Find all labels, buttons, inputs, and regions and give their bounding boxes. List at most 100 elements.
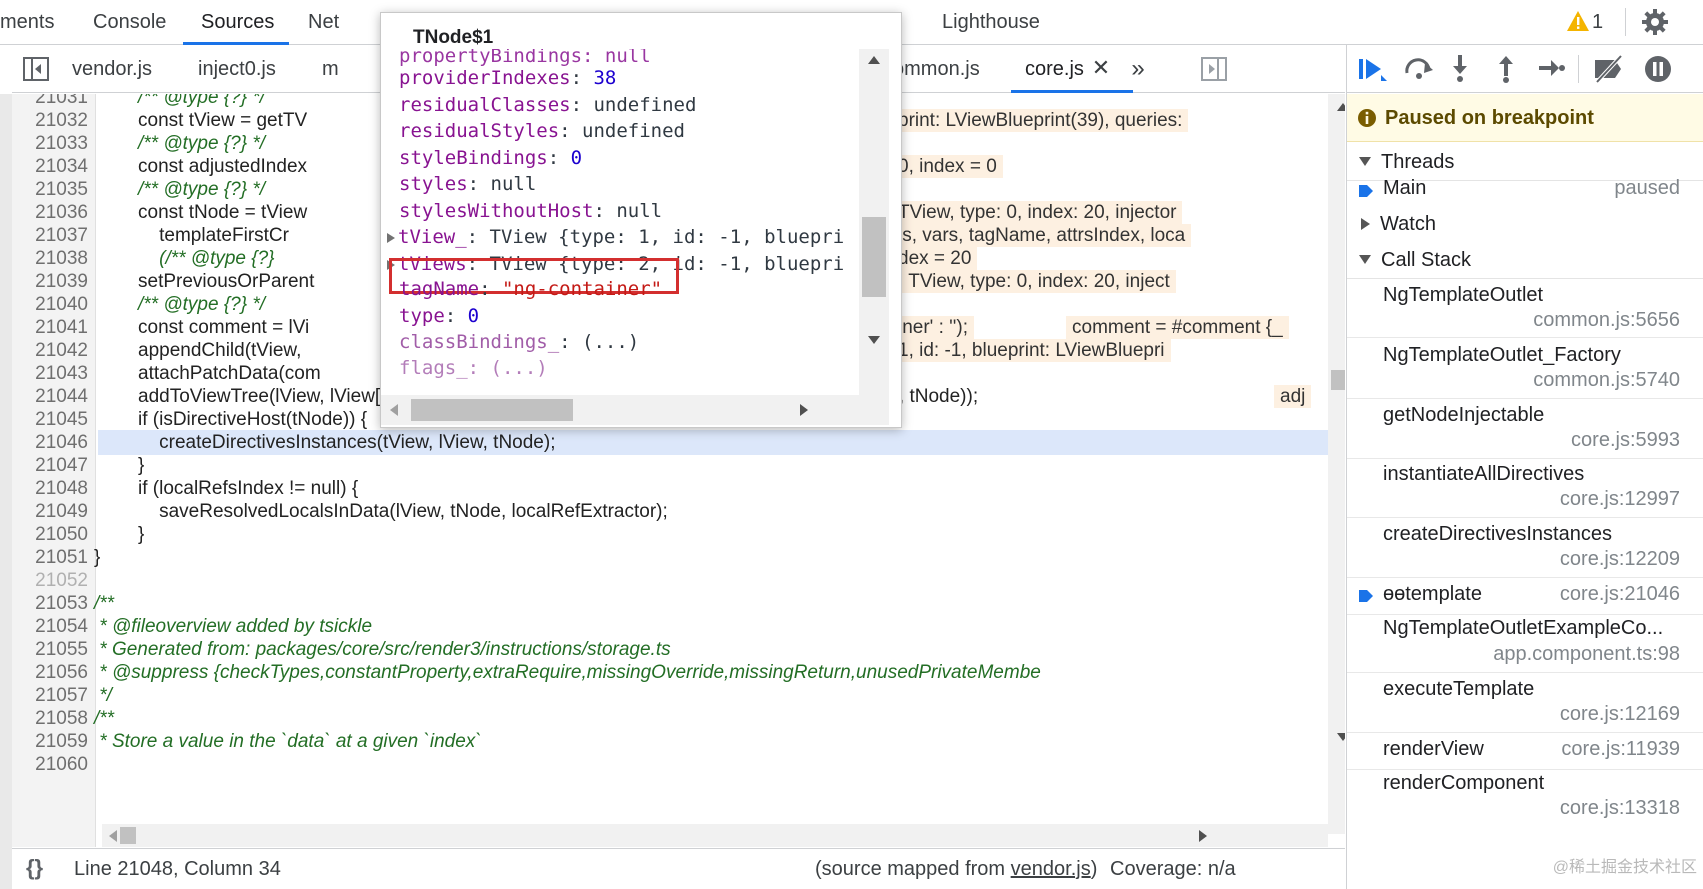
code-line[interactable]: 21058 /** (12, 706, 1324, 731)
coverage-info[interactable]: Coverage: n/a (1110, 849, 1236, 889)
tab-elements[interactable]: ments (0, 0, 54, 45)
line-number[interactable]: 21037 (12, 223, 88, 248)
deactivate-breakpoints-button[interactable] (1591, 54, 1627, 84)
line-number[interactable]: 21059 (12, 729, 88, 754)
editor-horizontal-scrollbar[interactable] (102, 824, 1328, 847)
expand-triangle-icon[interactable] (387, 232, 395, 243)
file-tab-core-js[interactable]: core.js (1011, 45, 1133, 93)
line-number[interactable]: 21049 (12, 499, 88, 524)
line-number[interactable]: 21043 (12, 361, 88, 386)
code-line[interactable]: 21048 if (localRefsIndex != null) { (12, 476, 1324, 501)
resume-button[interactable] (1357, 55, 1389, 83)
editor-vertical-scrollbar[interactable] (1328, 94, 1345, 834)
scroll-right-arrow-icon[interactable] (1198, 829, 1208, 843)
code-line[interactable]: 21051} (12, 545, 1324, 570)
line-number[interactable]: 21045 (12, 407, 88, 432)
settings-gear-icon[interactable] (1640, 7, 1670, 37)
scroll-thumb[interactable] (411, 399, 573, 421)
property-row[interactable]: styleBindings: 0 (399, 145, 859, 172)
file-tab-inject0-js[interactable]: inject0.js (198, 45, 276, 93)
code-line[interactable]: 21059 * Store a value in the `data` at a… (12, 729, 1324, 754)
scroll-left-arrow-icon[interactable] (389, 403, 399, 417)
code-line[interactable]: 21052 (12, 568, 1324, 593)
line-number[interactable]: 21060 (12, 752, 88, 777)
code-line[interactable]: 21054 * @fileoverview added by tsickle (12, 614, 1324, 639)
file-tab-vendor-js[interactable]: vendor.js (72, 45, 152, 93)
property-row[interactable]: styles: null (399, 171, 859, 198)
warning-count[interactable]: 1 (1592, 0, 1603, 45)
line-number[interactable]: 21052 (12, 568, 88, 593)
more-tabs-chevron-icon[interactable]: » (1125, 55, 1151, 83)
call-frame[interactable]: NgTemplateOutlet common.js:5656 (1347, 280, 1703, 338)
source-map-link[interactable]: vendor.js (1011, 858, 1091, 880)
property-row[interactable]: type: 0 (399, 303, 859, 330)
code-line[interactable]: 21049 saveResolvedLocalsInData(lView, tN… (12, 499, 1324, 524)
line-number[interactable]: 21040 (12, 292, 88, 317)
scroll-down-arrow-icon[interactable] (1336, 732, 1345, 742)
property-row-getter[interactable]: classBindings_: (...) (399, 329, 859, 356)
property-value[interactable]: (...) (582, 331, 639, 353)
line-number[interactable]: 21054 (12, 614, 88, 639)
call-frame[interactable]: getNodeInjectable core.js:5993 (1347, 399, 1703, 459)
call-frame[interactable]: instantiateAllDirectives core.js:12997 (1347, 459, 1703, 518)
line-number[interactable]: 21034 (12, 154, 88, 179)
popover-vertical-scrollbar[interactable] (859, 49, 889, 395)
code-line-current[interactable]: 21046 createDirectivesInstances(tView, l… (12, 430, 1324, 455)
code-line[interactable]: 21057 */ (12, 683, 1324, 708)
line-number[interactable]: 21036 (12, 200, 88, 225)
line-number[interactable]: 21058 (12, 706, 88, 731)
tab-sources[interactable]: Sources (183, 0, 289, 45)
scroll-up-arrow-icon[interactable] (867, 55, 881, 65)
property-row-tagname[interactable]: tagName: "ng-container" (399, 276, 859, 303)
call-frame[interactable]: NgTemplateOutlet_Factory common.js:5740 (1347, 339, 1703, 399)
call-frame-current[interactable]: ɵɵtemplate core.js:21046 (1347, 578, 1703, 615)
line-number[interactable]: 21042 (12, 338, 88, 363)
line-number[interactable]: 21055 (12, 637, 88, 662)
property-row[interactable]: residualClasses: undefined (399, 92, 859, 119)
scroll-up-arrow-icon[interactable] (1336, 102, 1345, 112)
line-number[interactable]: 21041 (12, 315, 88, 340)
scroll-left-arrow-icon[interactable] (108, 829, 118, 843)
line-number[interactable]: 21033 (12, 131, 88, 156)
scroll-thumb[interactable] (862, 217, 886, 297)
pause-on-exceptions-button[interactable] (1643, 54, 1673, 84)
line-number[interactable]: 21057 (12, 683, 88, 708)
line-number[interactable]: 21044 (12, 384, 88, 409)
code-line[interactable]: 21050} (12, 522, 1324, 547)
popover-horizontal-scrollbar[interactable] (381, 395, 889, 425)
line-number[interactable]: 21047 (12, 453, 88, 478)
line-number[interactable]: 21056 (12, 660, 88, 685)
line-number[interactable]: 21050 (12, 522, 88, 547)
toggle-navigator-icon[interactable] (22, 56, 50, 82)
tab-network[interactable]: Net (308, 0, 339, 45)
step-button[interactable] (1537, 57, 1565, 79)
line-number[interactable]: 21048 (12, 476, 88, 501)
call-frame[interactable]: NgTemplateOutletExampleCo... app.compone… (1347, 615, 1703, 673)
callstack-section-header[interactable]: Call Stack (1347, 241, 1703, 279)
call-frame[interactable]: createDirectivesInstances core.js:12209 (1347, 518, 1703, 578)
line-number[interactable]: 21046 (12, 430, 88, 455)
scroll-right-arrow-icon[interactable] (799, 403, 809, 417)
pretty-print-braces-icon[interactable]: {} (26, 855, 43, 881)
call-frame[interactable]: renderView core.js:11939 (1347, 733, 1703, 770)
property-row[interactable]: providerIndexes: 38 (399, 65, 859, 92)
code-line[interactable]: 21055 * Generated from: packages/core/sr… (12, 637, 1324, 662)
line-number[interactable]: 21053 (12, 591, 88, 616)
tab-console[interactable]: Console (93, 0, 166, 45)
close-tab-icon[interactable]: ✕ (1090, 55, 1112, 80)
scroll-thumb[interactable] (1331, 370, 1345, 390)
line-number[interactable]: 21038 (12, 246, 88, 271)
toggle-debugger-icon[interactable] (1200, 56, 1228, 82)
warning-icon[interactable] (1566, 10, 1590, 32)
property-row[interactable]: residualStyles: undefined (399, 118, 859, 145)
line-number[interactable]: 21051 (12, 545, 88, 570)
call-frame[interactable]: executeTemplate core.js:12169 (1347, 673, 1703, 733)
step-out-button[interactable] (1496, 53, 1516, 83)
property-row-expandable[interactable]: tView_: TView {type: 1, id: -1, bluepri (387, 224, 847, 251)
step-over-button[interactable] (1402, 55, 1436, 81)
object-preview-popover[interactable]: TNode$1 propertyBindings: null providerI… (380, 12, 902, 428)
line-number[interactable]: 21032 (12, 108, 88, 133)
code-line[interactable]: 21060 (12, 752, 1324, 777)
file-tab-hidden[interactable]: m (322, 45, 339, 93)
tab-lighthouse[interactable]: Lighthouse (942, 0, 1040, 45)
